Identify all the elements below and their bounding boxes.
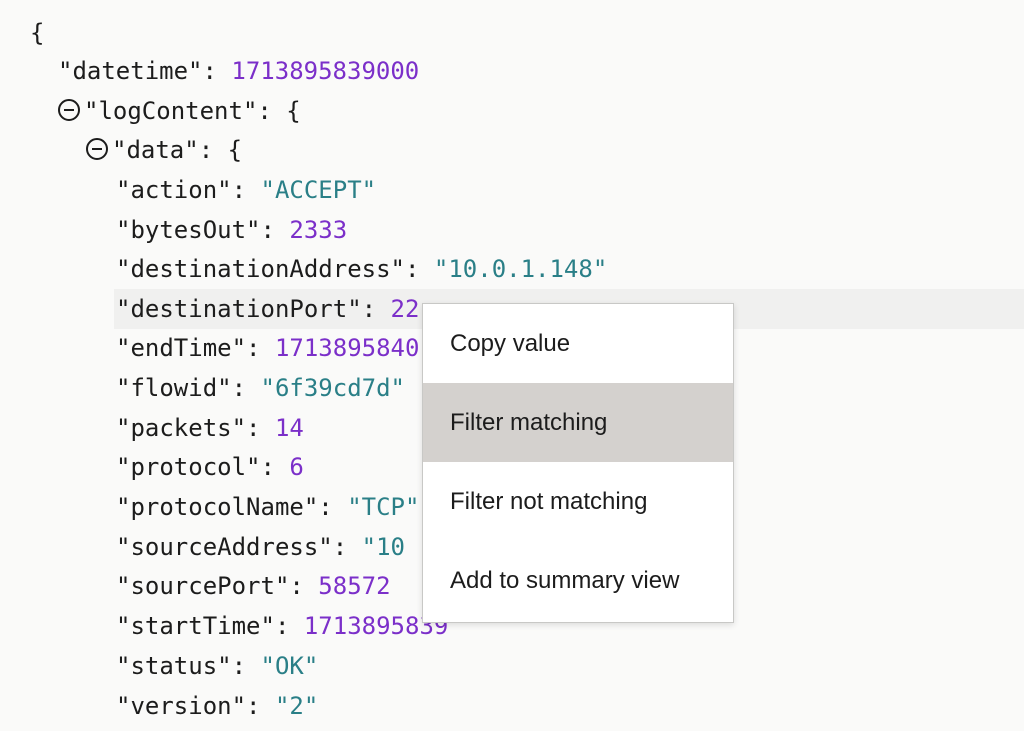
value: "OK" [260,652,319,680]
collapse-icon[interactable] [58,99,80,121]
root-open-brace: { [30,13,44,53]
separator: : [260,453,290,481]
separator: : [332,533,362,561]
separator: : [202,57,232,85]
menu-item-filter-matching[interactable]: Filter matching [423,383,733,462]
node-data[interactable]: "data": { [86,130,242,170]
field-destinationaddress[interactable]: "destinationAddress": "10.0.1.148" [116,249,607,289]
key: "protocolName" [116,493,319,521]
node-logcontent[interactable]: "logContent": { [58,91,301,131]
key: "flowid" [116,374,232,402]
separator: : [404,255,434,283]
value: 2333 [289,216,348,244]
context-menu: Copy value Filter matching Filter not ma… [422,303,734,623]
separator: : [274,612,304,640]
key: "packets" [116,414,247,442]
value: 1713895839000 [231,57,420,85]
key: "destinationPort" [116,295,362,323]
separator: : [260,216,290,244]
key: "data" [112,136,199,164]
field-packets[interactable]: "packets": 14 [116,408,304,448]
field-flowid[interactable]: "flowid": "6f39cd7d" [116,368,405,408]
field-protocolname[interactable]: "protocolName": "TCP" [116,487,419,527]
field-protocol[interactable]: "protocol": 6 [116,447,304,487]
key: "protocol" [116,453,261,481]
key: "sourcePort" [116,572,290,600]
separator: : [246,334,275,362]
field-sourceaddress[interactable]: "sourceAddress": "10 [116,527,405,567]
value: 6 [289,453,304,481]
key: "bytesOut" [116,216,261,244]
key: "version" [116,692,247,720]
key: "action" [116,176,232,204]
separator: : [318,493,348,521]
field-bytesout[interactable]: "bytesOut": 2333 [116,210,347,250]
key: "status" [116,652,232,680]
key: "startTime" [116,612,275,640]
separator: : [289,572,319,600]
menu-item-filter-not-matching[interactable]: Filter not matching [423,462,733,541]
value: "ACCEPT" [260,176,377,204]
separator: : [231,374,261,402]
separator: : [198,136,228,164]
menu-item-copy-value[interactable]: Copy value [423,304,733,383]
field-endtime[interactable]: "endTime": 1713895840 [116,328,419,368]
field-action[interactable]: "action": "ACCEPT" [116,170,376,210]
separator: : [361,295,391,323]
value: 22 [390,295,420,323]
collapse-icon[interactable] [86,138,108,160]
separator: : [246,692,275,720]
value: "10 [361,533,406,561]
value: "10.0.1.148" [433,255,608,283]
key: "endTime" [116,334,247,362]
open-brace: { [286,97,301,125]
separator: : [246,414,275,442]
field-version[interactable]: "version": "2" [116,686,318,726]
open-brace: { [227,136,243,164]
separator: : [231,652,261,680]
value: 14 [274,414,304,442]
value: 1713895840 [274,334,420,362]
value: "TCP" [347,493,420,521]
separator: : [231,176,261,204]
json-viewer: { "datetime": 1713895839000 "logContent"… [0,0,1024,731]
field-starttime[interactable]: "startTime": 1713895839 [116,606,448,646]
open-brace: { [30,19,45,47]
value: "2" [274,692,319,720]
field-sourceport[interactable]: "sourcePort": 58572 [116,566,391,606]
key: "destinationAddress" [116,255,405,283]
key: "logContent" [84,97,258,125]
key: "sourceAddress" [116,533,333,561]
separator: : [257,97,287,125]
value: "6f39cd7d" [260,374,406,402]
field-status[interactable]: "status": "OK" [116,646,318,686]
key: "datetime" [58,57,203,85]
value: 58572 [318,572,391,600]
menu-item-add-to-summary-view[interactable]: Add to summary view [423,541,733,620]
field-datetime[interactable]: "datetime": 1713895839000 [58,51,419,91]
